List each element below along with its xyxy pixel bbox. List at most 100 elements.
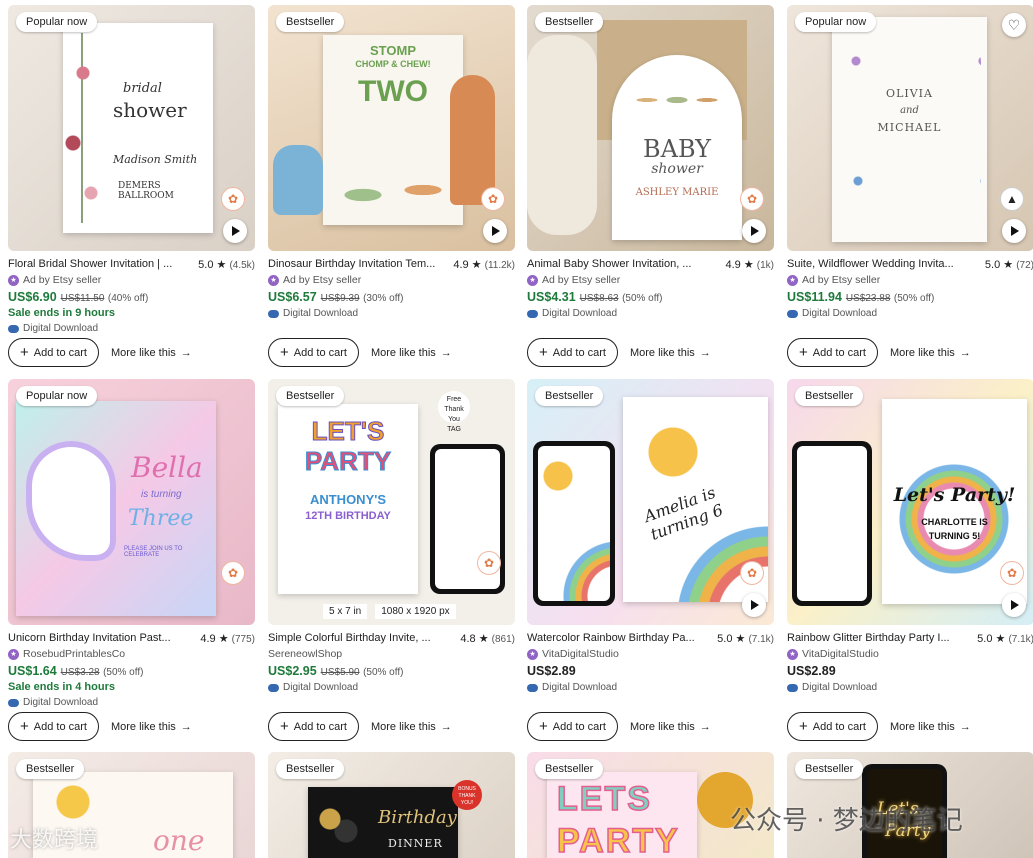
product-title[interactable]: Floral Bridal Shower Invitation | ... [8, 258, 176, 272]
seller[interactable]: ★ Ad by Etsy seller [268, 273, 515, 287]
product-card[interactable]: STOMP CHOMP & CHEW! TWO Bestseller ✿ Din… [268, 5, 515, 367]
add-to-cart-button[interactable]: + Add to cart [787, 712, 878, 741]
image-text: CHARLOTTE IS [921, 517, 988, 527]
product-image[interactable]: BABY shower ASHLEY MARIE Bestseller ✿ [527, 5, 774, 251]
product-title[interactable]: Suite, Wildflower Wedding Invita... [787, 258, 955, 272]
add-to-cart-button[interactable]: + Add to cart [527, 712, 618, 741]
image-text: DINNER [388, 837, 443, 850]
image-text: DEMERS BALLROOM [118, 181, 174, 201]
product-image[interactable]: bridal shower Madison Smith DEMERS BALLR… [8, 5, 255, 251]
star-seller-icon: ★ [527, 648, 538, 660]
arrow-up-icon[interactable] [1002, 219, 1026, 243]
invitation-card: LET'S PARTY ANTHONY'S 12TH BIRTHDAY [278, 404, 418, 594]
download-badge-icon: ✿ [1000, 561, 1024, 585]
product-image[interactable]: STOMP CHOMP & CHEW! TWO Bestseller ✿ [268, 5, 515, 251]
cloud-download-icon [268, 683, 279, 692]
more-like-this-link[interactable]: More like this → [371, 347, 452, 359]
product-card[interactable]: Let's Party! CHARLOTTE IS TURNING 5! Bes… [787, 379, 1033, 741]
product-image[interactable]: Birthday DINNER BONUS THANK YOU! Bestselle… [268, 752, 515, 858]
cloud-download-icon [268, 309, 279, 318]
more-like-this-link[interactable]: More like this → [111, 721, 192, 733]
more-like-this-link[interactable]: More like this → [630, 347, 711, 359]
seller[interactable]: ★ RosebudPrintablesCo [8, 647, 255, 661]
image-text: Amelia is turning 6 [641, 482, 726, 544]
play-icon[interactable] [223, 219, 247, 243]
play-icon[interactable] [742, 593, 766, 617]
image-text: OLIVIA [886, 87, 933, 100]
product-card[interactable]: Amelia is turning 6 Bestseller ✿ Waterco… [527, 379, 774, 741]
more-like-this-link[interactable]: More like this → [630, 721, 711, 733]
seller[interactable]: ★ Ad by Etsy seller [787, 273, 1033, 287]
more-like-this-link[interactable]: More like this → [890, 347, 971, 359]
image-text: TURNING 5! [928, 531, 981, 541]
product-image[interactable]: Amelia is turning 6 Bestseller ✿ [527, 379, 774, 625]
price-row: US$11.94 US$23.88 (50% off) [787, 290, 935, 304]
star-seller-icon: ★ [787, 648, 798, 660]
image-text: STOMP [370, 43, 416, 58]
image-text: bridal [123, 81, 162, 96]
product-image[interactable]: Let's Party! CHARLOTTE IS TURNING 5! Bes… [787, 379, 1033, 625]
image-text: shower [651, 161, 703, 177]
image-text: Let's Party! [893, 484, 1016, 506]
seller[interactable]: SereneowlShop [268, 647, 515, 661]
add-to-cart-button[interactable]: + Add to cart [8, 338, 99, 367]
play-icon[interactable] [742, 219, 766, 243]
more-like-this-link[interactable]: More like this → [371, 721, 452, 733]
play-icon[interactable] [483, 219, 507, 243]
invitation-card: OLIVIA and MICHAEL [832, 17, 987, 242]
seller[interactable]: ★ VitaDigitalStudio [787, 647, 1033, 661]
price-row: US$1.64 US$3.28 (50% off) [8, 664, 144, 678]
product-image[interactable]: LET'S PARTY ANTHONY'S 12TH BIRTHDAY Free… [268, 379, 515, 625]
product-title[interactable]: Rainbow Glitter Birthday Party I... [787, 632, 955, 646]
product-title[interactable]: Watercolor Rainbow Birthday Pa... [527, 632, 695, 646]
badge: Bestseller [535, 386, 604, 406]
product-card[interactable]: OLIVIA and MICHAEL Popular now ♡ ▲ Suite… [787, 5, 1033, 367]
sale-ends: Sale ends in 4 hours [8, 681, 115, 693]
play-icon[interactable] [1002, 593, 1026, 617]
download-badge-icon: ✿ [740, 561, 764, 585]
add-to-cart-button[interactable]: + Add to cart [8, 712, 99, 741]
product-card[interactable]: Birthday DINNER BONUS THANK YOU! Bestselle… [268, 752, 515, 858]
digital-download: Digital Download [787, 308, 1033, 319]
product-title[interactable]: Animal Baby Shower Invitation, ... [527, 258, 695, 272]
badge: Bestseller [535, 12, 604, 32]
product-card[interactable]: bridal shower Madison Smith DEMERS BALLR… [8, 5, 255, 367]
add-to-cart-button[interactable]: + Add to cart [527, 338, 618, 367]
image-text: 12TH BIRTHDAY [305, 510, 391, 522]
price-row: US$2.89 [787, 664, 836, 678]
sale-ends: Sale ends in 9 hours [8, 307, 115, 319]
price-row: US$2.89 [527, 664, 576, 678]
cloud-download-icon [787, 683, 798, 692]
download-badge-icon: ✿ [477, 551, 501, 575]
more-like-this-link[interactable]: More like this → [890, 721, 971, 733]
product-title[interactable]: Simple Colorful Birthday Invite, ... [268, 632, 436, 646]
add-to-cart-button[interactable]: + Add to cart [268, 338, 359, 367]
seller[interactable]: ★ Ad by Etsy seller [527, 273, 774, 287]
phone-mockup [792, 441, 872, 606]
add-to-cart-button[interactable]: + Add to cart [787, 338, 878, 367]
product-title[interactable]: Unicorn Birthday Invitation Past... [8, 632, 176, 646]
rating: 5.0 ★ (7.1k) [717, 633, 774, 645]
badge: Bestseller [16, 759, 85, 779]
star-seller-icon: ★ [787, 274, 798, 286]
badge: Bestseller [795, 386, 864, 406]
seller[interactable]: ★ Ad by Etsy seller [8, 273, 255, 287]
product-card[interactable]: LET'S PARTY ANTHONY'S 12TH BIRTHDAY Free… [268, 379, 515, 741]
image-text: PLEASE JOIN US TO CELEBRATE [124, 546, 183, 558]
product-card[interactable]: BABY shower ASHLEY MARIE Bestseller ✿ An… [527, 5, 774, 367]
seller[interactable]: ★ VitaDigitalStudio [527, 647, 774, 661]
product-title[interactable]: Dinosaur Birthday Invitation Tem... [268, 258, 436, 272]
star-seller-icon: ★ [527, 274, 538, 286]
watermark-right: 公众号 · 梦边的笔记 [730, 806, 963, 836]
product-image[interactable]: OLIVIA and MICHAEL Popular now ♡ ▲ [787, 5, 1033, 251]
cloud-download-icon [8, 324, 19, 333]
image-text: Birthday [378, 807, 457, 828]
digital-download: Digital Download [527, 682, 774, 693]
product-image[interactable]: Bella is turning Three PLEASE JOIN US TO… [8, 379, 255, 625]
heart-icon[interactable]: ♡ [1002, 13, 1026, 37]
image-text: and [900, 105, 919, 116]
download-badge-icon: ✿ [481, 187, 505, 211]
product-card[interactable]: Bella is turning Three PLEASE JOIN US TO… [8, 379, 255, 741]
add-to-cart-button[interactable]: + Add to cart [268, 712, 359, 741]
more-like-this-link[interactable]: More like this → [111, 347, 192, 359]
